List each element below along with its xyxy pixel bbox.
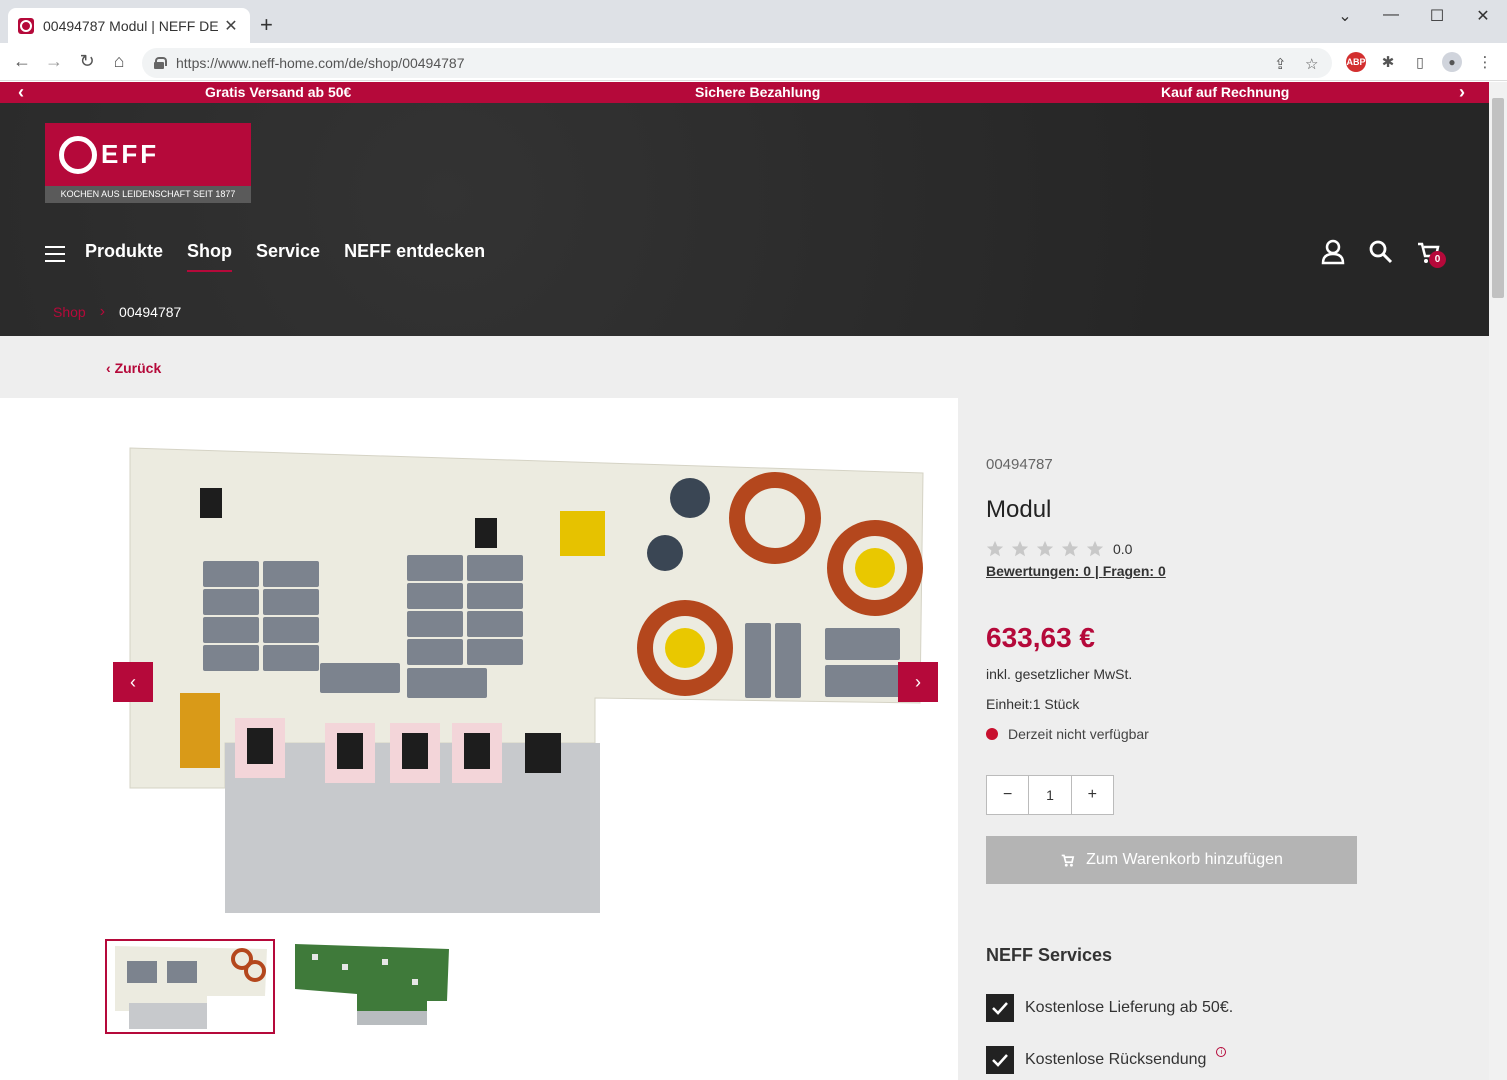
promo-item-invoice: Kauf auf Rechnung	[1161, 84, 1290, 100]
star-rating: 0.0	[986, 540, 1132, 558]
forward-arrow-icon[interactable]: →	[42, 51, 66, 72]
neff-logo[interactable]: EFF KOCHEN AUS LEIDENSCHAFT SEIT 1877	[45, 123, 251, 203]
maximize-window-button[interactable]: ☐	[1422, 6, 1452, 26]
promo-prev-icon[interactable]: ‹	[18, 82, 24, 103]
add-to-cart-button[interactable]: Zum Warenkorb hinzufügen	[986, 836, 1357, 884]
tab-title: 00494787 Modul | NEFF DE	[43, 17, 219, 34]
service-item: Kostenlose Lieferung ab 50€.	[986, 994, 1233, 1022]
gallery-thumbnail-1[interactable]	[105, 939, 275, 1034]
star-icon	[1036, 540, 1054, 557]
product-gallery: ‹ ›	[0, 398, 958, 1080]
product-info-panel: 00494787 Modul 0.0 Bewertungen: 0 | Frag…	[958, 398, 1489, 1080]
promo-item-payment: Sichere Bezahlung	[695, 84, 821, 100]
bookmark-star-icon[interactable]: ☆	[1305, 55, 1318, 73]
breadcrumb-chevron-icon: ›	[99, 303, 106, 320]
browser-tab[interactable]: 00494787 Modul | NEFF DE ✕	[8, 8, 250, 43]
cart-count-badge: 0	[1429, 251, 1446, 268]
extensions-puzzle-icon[interactable]: ✱	[1378, 52, 1398, 72]
gallery-next-button[interactable]: ›	[898, 662, 938, 702]
browser-toolbar: ← → ↻ ⌂ https://www.neff-home.com/de/sho…	[0, 43, 1507, 81]
nav-neff-entdecken[interactable]: NEFF entdecken	[344, 241, 485, 266]
browser-tab-bar: 00494787 Modul | NEFF DE ✕ + ⌄ — ☐ ✕	[0, 0, 1507, 43]
side-panel-icon[interactable]: ▯	[1410, 52, 1430, 72]
tab-search-icon[interactable]: ⌄	[1330, 6, 1360, 26]
scrollbar-thumb[interactable]	[1492, 98, 1504, 298]
lock-icon	[154, 57, 167, 69]
breadcrumb-current: 00494787	[119, 304, 182, 320]
star-icon	[1061, 540, 1079, 557]
logo-wordmark: EFF	[101, 139, 160, 169]
site-header: EFF KOCHEN AUS LEIDENSCHAFT SEIT 1877 Pr…	[0, 103, 1489, 336]
new-tab-button[interactable]: +	[260, 12, 273, 38]
thumbnail-image	[115, 946, 267, 1029]
close-window-button[interactable]: ✕	[1468, 6, 1498, 26]
qty-input[interactable]: 1	[1028, 776, 1072, 814]
promo-item-shipping: Gratis Versand ab 50€	[205, 84, 352, 100]
cart-icon	[1061, 854, 1075, 867]
nav-shop[interactable]: Shop	[187, 241, 233, 272]
search-icon[interactable]	[1367, 238, 1395, 266]
address-bar[interactable]: https://www.neff-home.com/de/shop/004947…	[142, 48, 1332, 78]
hamburger-menu-icon[interactable]	[45, 245, 65, 262]
browser-menu-icon[interactable]: ⋮	[1475, 52, 1495, 72]
account-icon[interactable]	[1319, 238, 1347, 266]
logo-emblem-icon	[59, 135, 97, 174]
availability-status: Derzeit nicht verfügbar	[986, 726, 1149, 742]
home-icon[interactable]: ⌂	[107, 51, 131, 72]
minimize-window-button[interactable]: —	[1376, 6, 1406, 24]
page-scrollbar[interactable]	[1489, 82, 1507, 1080]
breadcrumb: Shop › 00494787	[53, 303, 181, 321]
gallery-thumbnail-2[interactable]	[292, 939, 462, 1034]
reviews-link[interactable]: Bewertungen: 0	[986, 563, 1091, 579]
star-icon	[1086, 540, 1104, 557]
reviews-questions-links: Bewertungen: 0 | Fragen: 0	[986, 563, 1166, 579]
unavailable-dot-icon	[986, 728, 998, 740]
nav-produkte[interactable]: Produkte	[85, 241, 163, 266]
profile-avatar-icon[interactable]: ●	[1442, 52, 1462, 72]
service-label: Kostenlose Lieferung ab 50€.	[1025, 999, 1234, 1016]
qty-increase-button[interactable]: +	[1072, 776, 1113, 814]
back-arrow-icon[interactable]: ←	[10, 51, 34, 72]
unit-info: Einheit:1 Stück	[986, 696, 1080, 712]
chevron-left-icon: ‹	[106, 360, 115, 376]
promo-next-icon[interactable]: ›	[1459, 82, 1465, 103]
nav-service[interactable]: Service	[256, 241, 320, 266]
star-icon	[986, 540, 1004, 557]
info-icon[interactable]: i	[1216, 1047, 1227, 1057]
thumbnail-image	[295, 944, 449, 1025]
close-tab-icon[interactable]: ✕	[222, 16, 240, 36]
services-heading: NEFF Services	[986, 945, 1113, 965]
star-icon	[1011, 540, 1029, 557]
back-bar: ‹ Zurück	[0, 336, 1489, 398]
service-item: Kostenlose Rücksendung i	[986, 1046, 1227, 1074]
vat-note: inkl. gesetzlicher MwSt.	[986, 666, 1133, 682]
reviews-separator: |	[1091, 563, 1103, 579]
adblock-extension-icon[interactable]: ABP	[1346, 52, 1366, 72]
neff-favicon-icon	[18, 17, 34, 34]
product-image[interactable]	[125, 443, 925, 918]
gallery-prev-button[interactable]: ‹	[113, 662, 153, 702]
quantity-stepper: − 1 +	[986, 775, 1114, 815]
url-text: https://www.neff-home.com/de/shop/004947…	[176, 55, 465, 71]
availability-text: Derzeit nicht verfügbar	[1008, 726, 1149, 742]
share-icon[interactable]: ⇪	[1274, 55, 1287, 73]
rating-value: 0.0	[1113, 541, 1133, 557]
logo-tagline: KOCHEN AUS LEIDENSCHAFT SEIT 1877	[45, 186, 251, 203]
product-price: 633,63 €	[986, 622, 1095, 653]
questions-link[interactable]: Fragen: 0	[1103, 563, 1166, 579]
product-sku: 00494787	[986, 456, 1053, 473]
breadcrumb-shop-link[interactable]: Shop	[53, 304, 86, 320]
qty-decrease-button[interactable]: −	[987, 776, 1028, 814]
service-label: Kostenlose Rücksendung	[1025, 1051, 1207, 1068]
promo-bar: ‹ Gratis Versand ab 50€ Sichere Bezahlun…	[0, 82, 1489, 103]
main-navigation: Produkte Shop Service NEFF entdecken	[45, 241, 509, 272]
back-link[interactable]: ‹ Zurück	[106, 360, 161, 376]
checkmark-icon	[986, 994, 1014, 1022]
add-to-cart-label: Zum Warenkorb hinzufügen	[1086, 851, 1283, 868]
product-title: Modul	[986, 496, 1052, 523]
checkmark-icon	[986, 1046, 1014, 1074]
reload-icon[interactable]: ↻	[75, 51, 99, 72]
